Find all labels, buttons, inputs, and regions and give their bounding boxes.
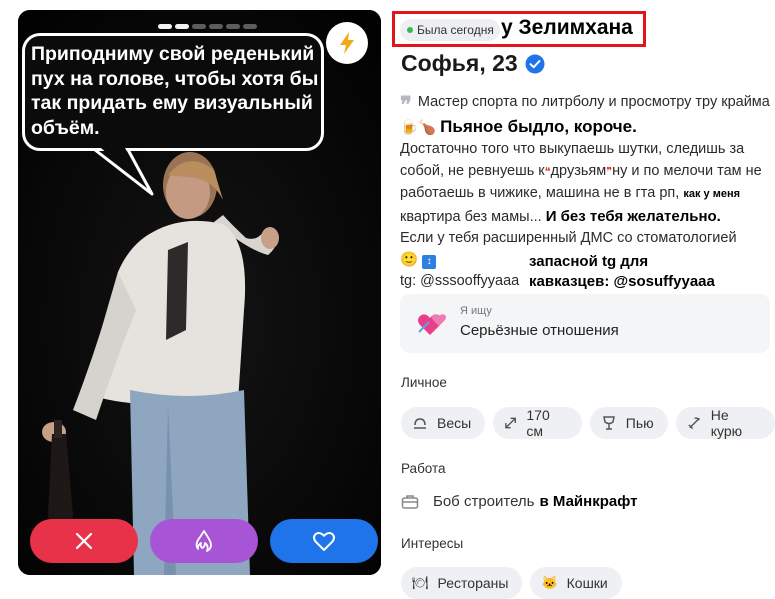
hearts-icon xyxy=(418,314,446,335)
pass-button[interactable] xyxy=(30,519,138,563)
work-section-title: Работа xyxy=(401,461,446,476)
profile-photo-card[interactable]: Приподниму свой реденький пух на голове,… xyxy=(18,10,381,575)
profile-name: Софья, 23 xyxy=(401,50,545,77)
chip-zodiac[interactable]: Весы xyxy=(401,407,486,439)
looking-for-value: Серьёзные отношения xyxy=(460,322,619,339)
height-icon xyxy=(505,417,517,429)
close-icon xyxy=(75,532,93,550)
like-button[interactable] xyxy=(270,519,378,563)
personal-chips: Весы 170 см Пью Не курю xyxy=(401,407,775,439)
restaurant-icon: 🍽 xyxy=(412,575,429,590)
looking-for-card: Я ищу Серьёзные отношения xyxy=(400,294,770,353)
work-value: Боб строитель в Майнкрафт xyxy=(401,493,637,510)
swipe-actions xyxy=(30,519,378,563)
beer-emoji-icon: 🍺 xyxy=(400,119,419,136)
no-smoking-icon xyxy=(688,417,700,430)
online-dot xyxy=(407,27,413,33)
annotation-title: у Зелимхана xyxy=(501,16,633,39)
superlike-button[interactable] xyxy=(150,519,258,563)
looking-for-label: Я ищу xyxy=(460,305,492,317)
backup-telegram: запасной tg для кавказцев: @sosuffyyaaa xyxy=(529,253,715,290)
flame-icon xyxy=(195,530,212,552)
quote-icon: ❞ xyxy=(400,92,412,117)
chip-height[interactable]: 170 см xyxy=(493,407,582,439)
chip-cats[interactable]: 🐱 Кошки xyxy=(530,567,622,599)
drumstick-emoji-icon: 🍗 xyxy=(418,119,437,136)
heart-icon xyxy=(313,531,335,551)
online-status-badge: Была сегодня xyxy=(400,19,500,41)
chip-drinking[interactable]: Пью xyxy=(589,407,668,439)
interests-section-title: Интересы xyxy=(401,536,464,551)
verified-icon xyxy=(525,54,545,73)
personal-section-title: Личное xyxy=(401,375,447,390)
scales-icon xyxy=(414,418,426,429)
interests-chips: 🍽 Рестораны 🐱 Кошки xyxy=(401,567,622,599)
smile-emoji-icon: 🙂 xyxy=(400,251,419,268)
wine-glass-icon xyxy=(602,416,615,430)
info-emoji-icon: ↕ xyxy=(422,254,437,269)
cat-icon: 🐱 xyxy=(541,575,558,590)
chip-restaurants[interactable]: 🍽 Рестораны xyxy=(401,567,523,599)
chip-smoking[interactable]: Не курю xyxy=(675,407,775,439)
briefcase-icon xyxy=(401,494,419,509)
